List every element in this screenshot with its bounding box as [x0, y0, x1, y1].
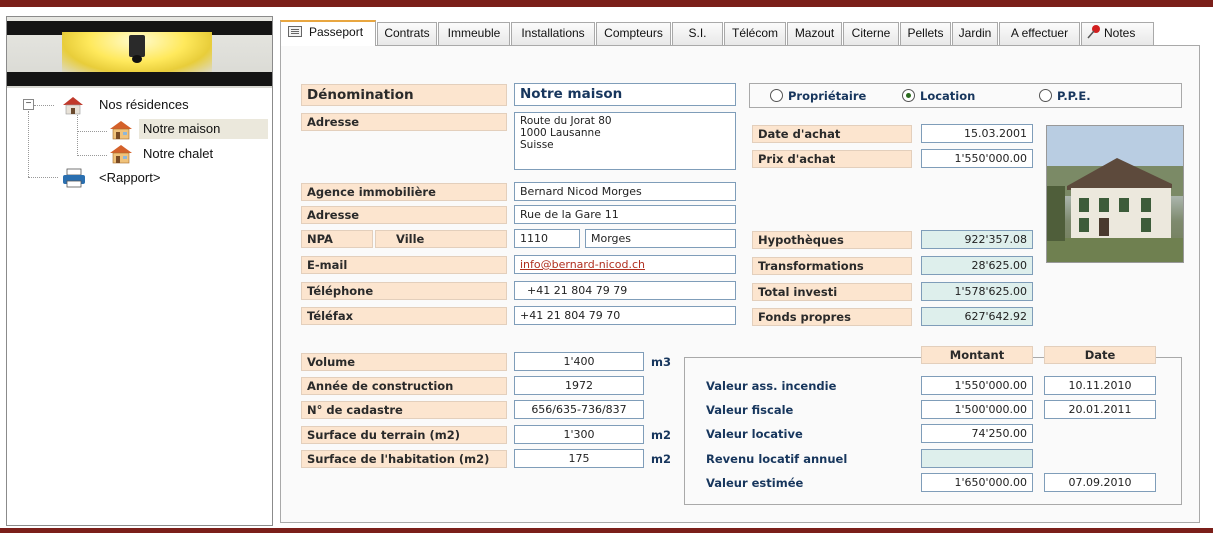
tree-item-notre-maison[interactable]: Notre maison [139, 119, 268, 139]
volume-unit: m3 [651, 355, 671, 369]
tree-item-label: Notre chalet [143, 146, 214, 161]
date-header: Date [1044, 346, 1156, 364]
habitation-label: Surface de l'habitation (m2) [301, 450, 507, 468]
tab-immeuble[interactable]: Immeuble [438, 22, 510, 45]
total-investi-field: 1'578'625.00 [921, 282, 1033, 301]
total-investi-label: Total investi [752, 283, 912, 301]
house-photo [1046, 125, 1184, 263]
volume-field[interactable]: 1'400 [514, 352, 644, 371]
tab-compteurs[interactable]: Compteurs [596, 22, 671, 45]
adresse-label: Adresse [301, 113, 507, 131]
terrain-field[interactable]: 1'300 [514, 425, 644, 444]
valeur-incendie-label: Valeur ass. incendie [706, 379, 837, 393]
prix-achat-label: Prix d'achat [752, 150, 912, 168]
tree-root-node[interactable]: Nos résidences [97, 95, 191, 115]
tab-contrats[interactable]: Contrats [377, 22, 437, 45]
montant-header: Montant [921, 346, 1033, 364]
radio-button [1039, 89, 1052, 102]
hypotheques-label: Hypothèques [752, 231, 912, 249]
terrain-label: Surface du terrain (m2) [301, 426, 507, 444]
tree-root-label: Nos résidences [99, 97, 189, 112]
tab-telecom[interactable]: Télécom [724, 22, 786, 45]
tab-installations[interactable]: Installations [511, 22, 595, 45]
radio-proprietaire[interactable]: Propriétaire [770, 88, 866, 104]
valeur-estimee-montant[interactable]: 1'650'000.00 [921, 473, 1033, 492]
ville-label: Ville [375, 230, 507, 248]
denomination-label: Dénomination [301, 84, 507, 106]
cadastre-label: N° de cadastre [301, 401, 507, 419]
valeur-incendie-montant[interactable]: 1'550'000.00 [921, 376, 1033, 395]
house-icon [63, 97, 83, 115]
npa-field[interactable]: 1110 [514, 229, 580, 248]
tree-item-rapport[interactable]: <Rapport> [97, 168, 162, 188]
fonds-propres-label: Fonds propres [752, 308, 912, 326]
date-achat-field[interactable]: 15.03.2001 [921, 124, 1033, 143]
tab-citerne[interactable]: Citerne [843, 22, 899, 45]
valeur-estimee-label: Valeur estimée [706, 476, 804, 490]
tree-collapse-toggle[interactable]: − [23, 99, 34, 110]
habitation-unit: m2 [651, 452, 671, 466]
banner-image [7, 17, 272, 88]
valeur-locative-montant[interactable]: 74'250.00 [921, 424, 1033, 443]
email-label: E-mail [301, 256, 507, 274]
valeur-locative-label: Valeur locative [706, 427, 803, 441]
revenu-locatif-montant [921, 449, 1033, 468]
tab-jardin[interactable]: Jardin [952, 22, 998, 45]
telephone-field[interactable]: +41 21 804 79 79 [514, 281, 736, 300]
ville-field[interactable]: Morges [585, 229, 736, 248]
volume-label: Volume [301, 353, 507, 371]
email-field[interactable]: info@bernard-nicod.ch [514, 255, 736, 274]
left-panel: − Nos résidences Notre maison Notre chal… [6, 16, 273, 526]
date-achat-label: Date d'achat [752, 125, 912, 143]
document-icon [288, 26, 302, 37]
terrain-unit: m2 [651, 428, 671, 442]
printer-icon [63, 168, 85, 188]
fonds-propres-field: 627'642.92 [921, 307, 1033, 326]
annee-field[interactable]: 1972 [514, 376, 644, 395]
tab-bar: Passeport Contrats Immeuble Installation… [280, 20, 1200, 46]
house-photo-image [1047, 126, 1183, 262]
valeur-estimee-date[interactable]: 07.09.2010 [1044, 473, 1156, 492]
valeur-fiscale-montant[interactable]: 1'500'000.00 [921, 400, 1033, 419]
agence-label: Agence immobilière [301, 183, 507, 201]
tab-pellets[interactable]: Pellets [900, 22, 951, 45]
tab-si[interactable]: S.I. [672, 22, 723, 45]
transformations-label: Transformations [752, 257, 912, 275]
tree-item-notre-chalet[interactable]: Notre chalet [139, 144, 215, 164]
denomination-field[interactable]: Notre maison [514, 83, 736, 106]
top-accent-bar [0, 0, 1213, 7]
valeur-fiscale-date[interactable]: 20.01.2011 [1044, 400, 1156, 419]
tab-a-effectuer[interactable]: A effectuer [999, 22, 1080, 45]
radio-ppe[interactable]: P.P.E. [1039, 88, 1091, 104]
valeur-fiscale-label: Valeur fiscale [706, 403, 794, 417]
agence-adresse-label: Adresse [301, 206, 507, 224]
valeur-incendie-date[interactable]: 10.11.2010 [1044, 376, 1156, 395]
telefax-label: Téléfax [301, 307, 507, 325]
home-icon [110, 145, 132, 164]
bottom-accent-bar [0, 528, 1213, 533]
telephone-label: Téléphone [301, 282, 507, 300]
radio-button-selected [902, 89, 915, 102]
passeport-panel: Dénomination Notre maison Propriétaire L… [280, 45, 1200, 523]
home-icon [110, 121, 132, 140]
habitation-field[interactable]: 175 [514, 449, 644, 468]
agence-adresse-field[interactable]: Rue de la Gare 11 [514, 205, 736, 224]
revenu-locatif-label: Revenu locatif annuel [706, 452, 848, 466]
pushpin-icon [1087, 25, 1100, 39]
agence-field[interactable]: Bernard Nicod Morges [514, 182, 736, 201]
radio-location[interactable]: Location [902, 88, 975, 104]
cadastre-field[interactable]: 656/635-736/837 [514, 400, 644, 419]
npa-label: NPA [301, 230, 373, 248]
tree-item-label: Notre maison [143, 121, 221, 136]
telefax-field[interactable]: +41 21 804 79 70 [514, 306, 736, 325]
annee-label: Année de construction [301, 377, 507, 395]
prix-achat-field[interactable]: 1'550'000.00 [921, 149, 1033, 168]
transformations-field: 28'625.00 [921, 256, 1033, 275]
radio-button [770, 89, 783, 102]
tab-mazout[interactable]: Mazout [787, 22, 842, 45]
hypotheques-field: 922'357.08 [921, 230, 1033, 249]
tree-report-label: <Rapport> [99, 170, 161, 185]
residence-tree: − Nos résidences Notre maison Notre chal… [7, 92, 272, 522]
adresse-field[interactable]: Route du Jorat 80 1000 Lausanne Suisse [514, 112, 736, 170]
